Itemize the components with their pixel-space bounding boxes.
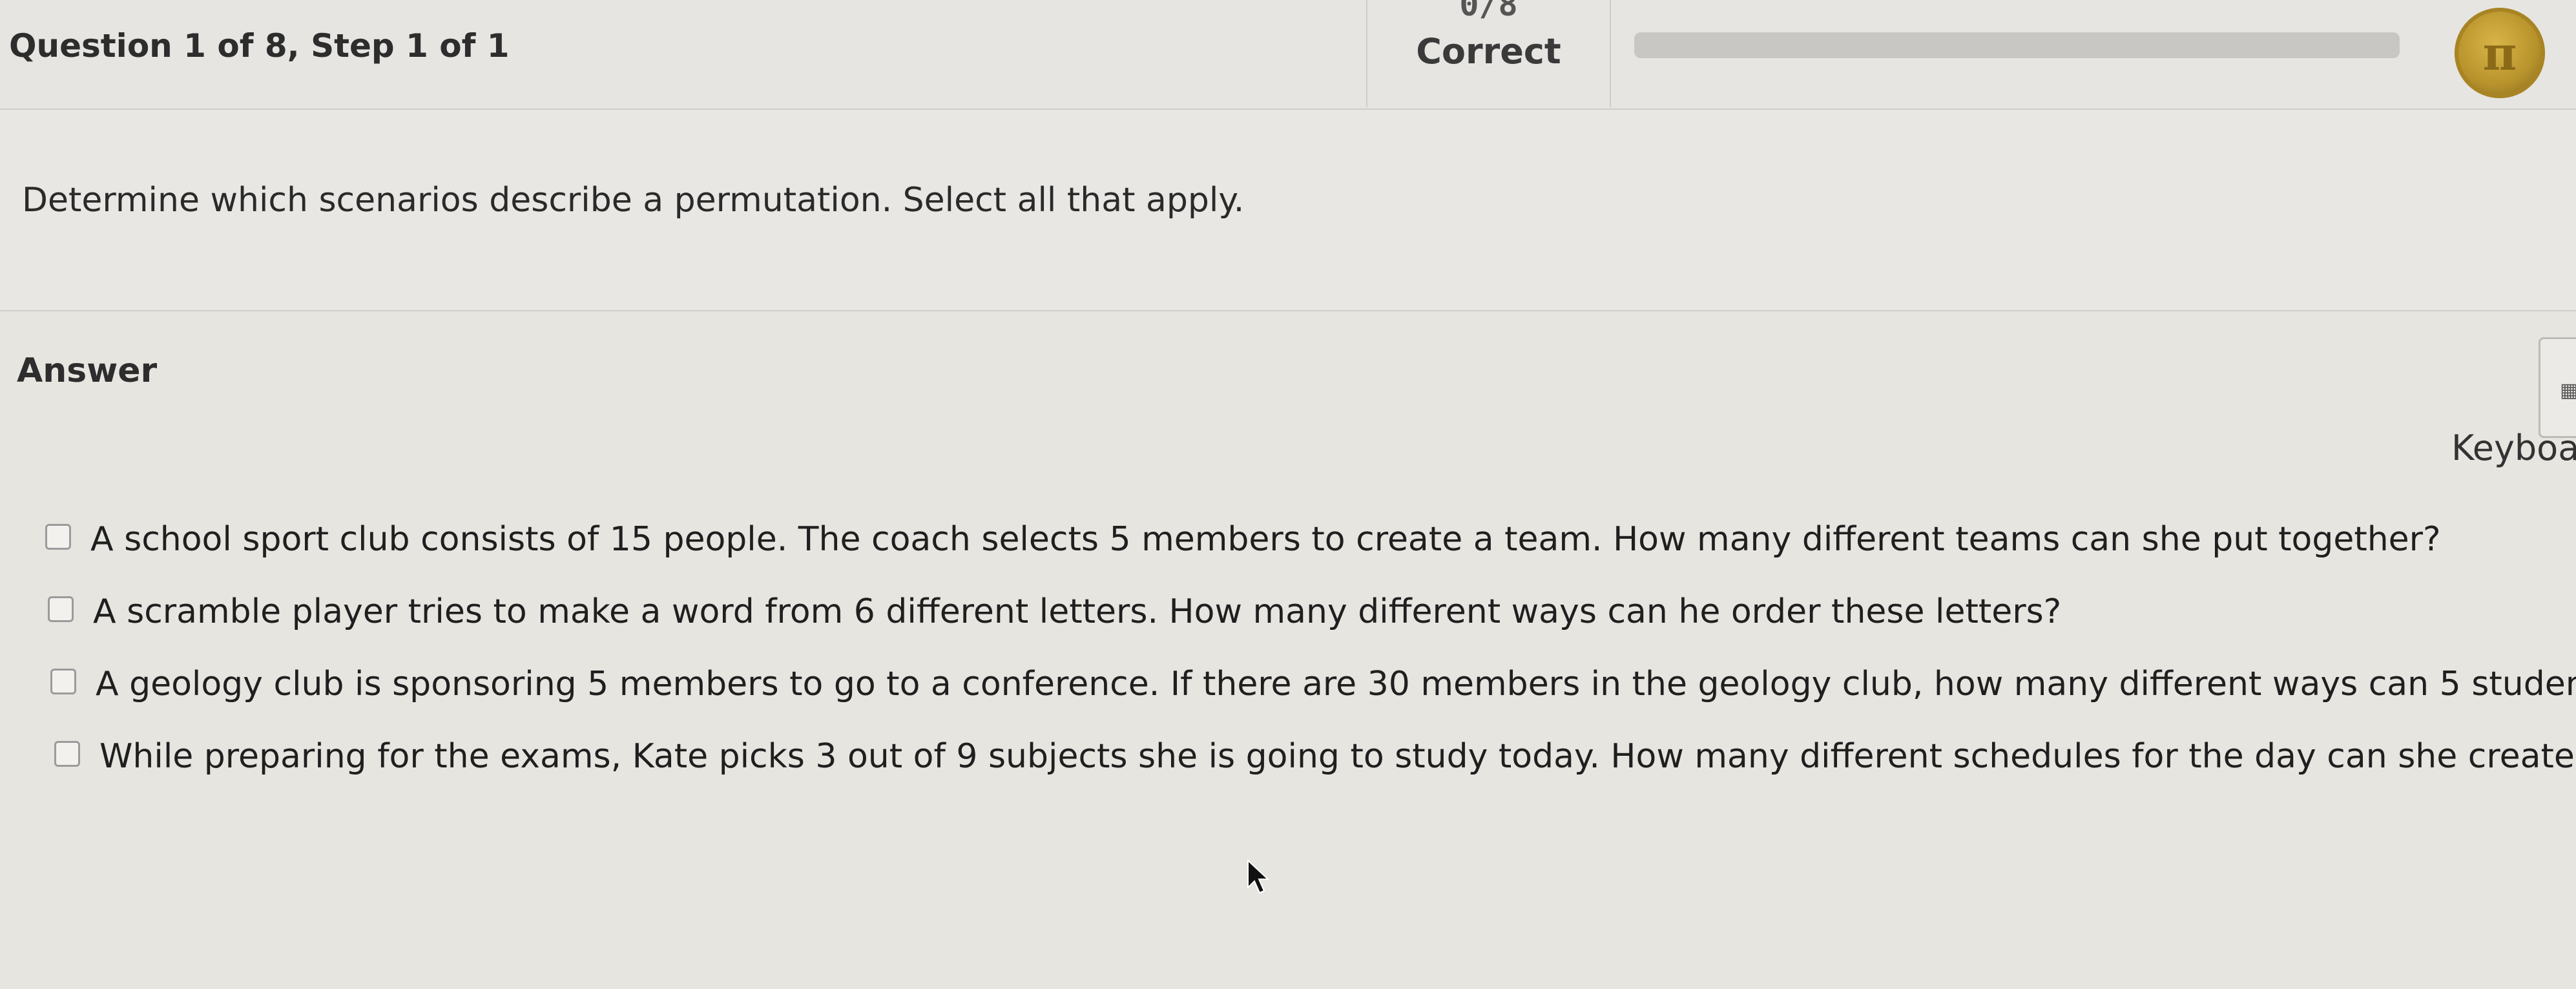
mouse-pointer-icon [1247, 859, 1270, 894]
option-checkbox[interactable] [45, 524, 71, 550]
option-text: A scramble player tries to make a word f… [93, 592, 2062, 631]
question-area: Determine which scenarios describe a per… [0, 110, 2576, 311]
answer-label: Answer [17, 351, 158, 390]
score-label: Correct [1416, 31, 1561, 72]
option-checkbox[interactable] [54, 741, 80, 767]
medal-icon[interactable]: π [2455, 8, 2545, 98]
option-text: A geology club is sponsoring 5 members t… [96, 665, 2576, 703]
header-bar: Question 1 of 8, Step 1 of 1 0/8 Correct… [0, 0, 2576, 110]
question-step-title: Question 1 of 8, Step 1 of 1 [9, 27, 510, 65]
score-box: 0/8 Correct [1366, 0, 1611, 107]
answer-option-1[interactable]: A school sport club consists of 15 peopl… [45, 518, 2441, 559]
keyboard-icon: ▦ [2560, 379, 2576, 402]
question-prompt: Determine which scenarios describe a per… [22, 181, 1245, 220]
option-checkbox[interactable] [50, 669, 76, 694]
answer-option-2[interactable]: A scramble player tries to make a word f… [48, 590, 2061, 631]
option-text: While preparing for the exams, Kate pick… [99, 737, 2576, 776]
answer-area: Answer ▦ Keyboa A school sport club cons… [0, 311, 2576, 989]
keyboard-label[interactable]: Keyboa [2451, 428, 2576, 468]
answer-option-4[interactable]: While preparing for the exams, Kate pick… [54, 735, 2576, 776]
progress-bar [1634, 32, 2400, 58]
answer-option-3[interactable]: A geology club is sponsoring 5 members t… [50, 663, 2576, 703]
keyboard-toggle-button[interactable]: ▦ [2539, 337, 2576, 438]
page: Question 1 of 8, Step 1 of 1 0/8 Correct… [0, 0, 2576, 989]
medal-glyph: π [2482, 26, 2517, 81]
option-text: A school sport club consists of 15 peopl… [90, 520, 2441, 559]
option-checkbox[interactable] [48, 596, 74, 622]
score-count: 0/8 [1459, 0, 1518, 23]
